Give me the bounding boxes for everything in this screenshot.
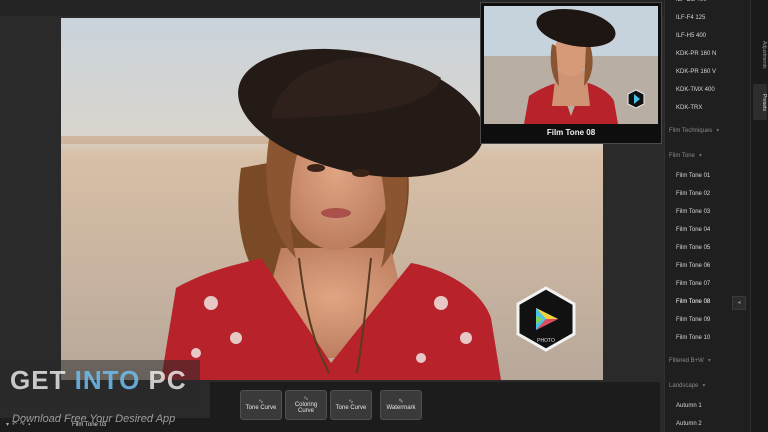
preset-item[interactable]: Film Tone 09 — [676, 317, 710, 323]
preset-item[interactable]: ILF-H5 400 — [676, 33, 706, 39]
history-bar: ∿ Tone Curve ∿ Coloring Curve ∿ Tone Cur… — [210, 382, 660, 432]
preset-label: KDK-TMX 400 — [676, 87, 715, 93]
preview-caption: Film Tone 08 — [546, 128, 596, 137]
preset-label: KDK-PR 160 N — [676, 51, 717, 57]
preset-label: Film Tone — [669, 153, 695, 159]
preset-label: Filtered B+W — [669, 358, 704, 364]
preset-label: Landscape — [669, 383, 699, 389]
preset-label: Film Tone 09 — [676, 317, 711, 323]
chevron-down-icon: ▾ — [707, 358, 711, 364]
history-item-label: Tone Curve — [335, 405, 367, 411]
watermark-part: PC — [140, 365, 187, 395]
preset-item[interactable]: Autumn 1 — [676, 403, 702, 409]
preset-label: ILF-F4 125 — [676, 15, 706, 21]
tab-adjustments[interactable]: Adjustments — [753, 30, 767, 80]
history-item-label: Coloring Curve — [294, 402, 318, 414]
history-item[interactable]: ∿ Tone Curve — [330, 390, 372, 420]
preset-item[interactable]: KDK-PR 160 V — [676, 69, 716, 75]
preset-label: Film Tone 01 — [676, 173, 711, 179]
preset-item[interactable]: KDK-TRX — [676, 105, 702, 111]
preset-item[interactable]: Autumn 2 — [676, 421, 702, 427]
history-item[interactable]: ∿ Coloring Curve — [285, 390, 327, 420]
preset-label: ILF-DE 400 — [676, 0, 707, 3]
preset-item[interactable]: ILF-DE 400 — [676, 0, 707, 3]
watermark-part: GET — [10, 365, 75, 395]
preset-item[interactable]: Film Tone 07 — [676, 281, 710, 287]
preset-item[interactable]: Film Tone 05 — [676, 245, 710, 251]
tab-presets[interactable]: Presets — [753, 84, 767, 120]
panel-tab-strip: Adjustments Presets — [750, 0, 768, 432]
watermark-part: INTO — [74, 365, 141, 395]
preset-item[interactable]: Film Tone 03 — [676, 209, 710, 215]
preset-category[interactable]: Landscape ▾ — [669, 382, 705, 389]
collapse-panel-button[interactable]: ◂ — [732, 296, 746, 310]
chevron-down-icon: ▾ — [702, 383, 706, 389]
preset-item[interactable]: Film Tone 06 — [676, 263, 710, 269]
preset-category[interactable]: Film Tone ▾ — [669, 152, 702, 159]
preset-category[interactable]: Film Techniques ▾ — [669, 127, 719, 134]
preset-label: Film Tone 04 — [676, 227, 711, 233]
preset-label: Film Tone 05 — [676, 245, 711, 251]
photo-app-logo-icon: PHOTO — [514, 286, 578, 352]
preset-preview-popup: Film Tone 08 — [480, 2, 662, 144]
watermark-title: GET INTO PC — [10, 365, 187, 396]
preset-item[interactable]: KDK-TMX 400 — [676, 87, 715, 93]
preset-label: Film Tone 08 — [676, 299, 711, 305]
preset-label: Autumn 2 — [676, 421, 702, 427]
chevron-down-icon: ▾ — [716, 128, 720, 134]
preset-label: Film Techniques — [669, 128, 713, 134]
history-item[interactable]: ✎ Watermark — [380, 390, 422, 420]
preset-label: Film Tone 10 — [676, 335, 711, 341]
preview-thumbnail — [484, 6, 658, 124]
preset-item[interactable]: Film Tone 10 — [676, 335, 710, 341]
preset-label: Film Tone 02 — [676, 191, 711, 197]
preset-label: Film Tone 03 — [676, 209, 711, 215]
preset-item[interactable]: Film Tone 08 — [676, 299, 710, 305]
preset-label: Autumn 1 — [676, 403, 702, 409]
preset-item[interactable]: KDK-PR 160 N — [676, 51, 716, 57]
history-item-label: Tone Curve — [245, 405, 277, 411]
preset-item[interactable]: Film Tone 01 — [676, 173, 710, 179]
preset-label: Film Tone 07 — [676, 281, 711, 287]
preset-item[interactable]: ILF-F4 125 — [676, 15, 705, 21]
preset-label: Film Tone 06 — [676, 263, 711, 269]
preset-label: KDK-PR 160 V — [676, 69, 717, 75]
chevron-down-icon: ▾ — [698, 153, 702, 159]
preset-category[interactable]: Filtered B+W ▾ — [669, 357, 711, 364]
watermark-subtitle: Download Free Your Desired App — [12, 413, 176, 425]
preset-item[interactable]: Film Tone 04 — [676, 227, 710, 233]
preset-label: KDK-TRX — [676, 105, 703, 111]
history-item-label: Watermark — [386, 405, 416, 411]
presets-panel[interactable]: ILF-DE 400 ILF-F4 125 ILF-H5 400 KDK-PR 160… — [664, 0, 768, 432]
history-item[interactable]: ∿ Tone Curve — [240, 390, 282, 420]
badge-text: PHOTO — [537, 338, 555, 344]
preset-item[interactable]: Film Tone 02 — [676, 191, 710, 197]
preset-label: ILF-H5 400 — [676, 33, 707, 39]
